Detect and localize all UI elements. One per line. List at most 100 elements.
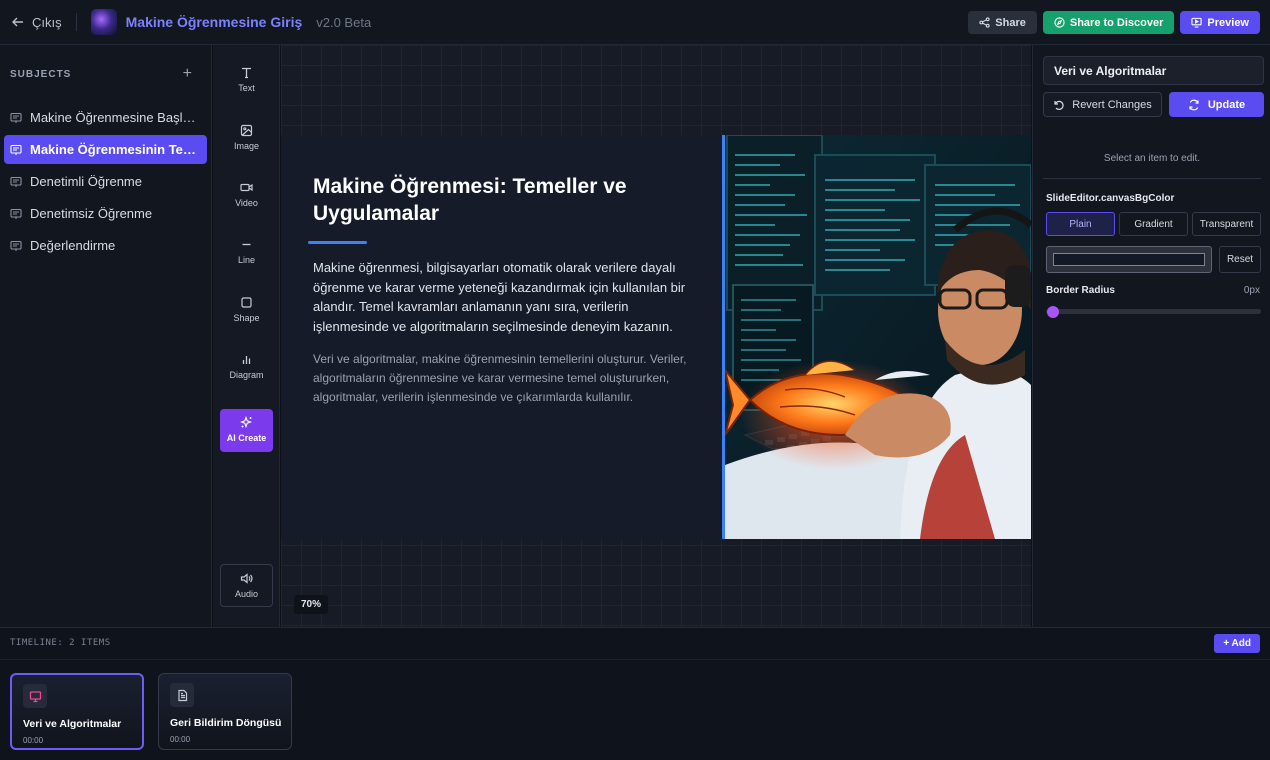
preview-button[interactable]: Preview [1180,11,1260,34]
bg-color-label: SlideEditor.canvasBgColor [1046,193,1175,204]
update-button[interactable]: Update [1169,92,1264,117]
slide-canvas[interactable]: Makine Öğrenmesi: Temeller ve Uygulamala… [281,45,1031,627]
ai-create-tool[interactable]: AI Create [220,409,273,452]
tools-column: Text Image Video Line Shape Diagram AI C… [213,45,280,627]
subjects-heading: SUBJECTS [10,68,72,80]
image-icon [240,124,253,137]
top-bar: Çıkış Makine Öğrenmesine Giriş v2.0 Beta… [0,0,1270,45]
timeline-card-time: 00:00 [23,736,44,745]
scientist-with-fish-illustration [725,135,1031,539]
subject-item[interactable]: Denetimsiz Öğrenme [4,199,207,228]
line-tool-label: Line [237,255,255,265]
share-label: Share [995,16,1026,29]
slide-icon [10,176,22,187]
revert-changes-button[interactable]: Revert Changes [1043,92,1162,117]
ai-create-label: AI Create [226,433,267,443]
revert-label: Revert Changes [1072,98,1152,111]
arrow-left-icon [12,17,23,27]
square-icon [241,297,252,308]
preview-icon [1191,17,1203,28]
slide-icon [10,240,22,251]
version-label: v2.0 Beta [316,14,372,30]
slide-icon [10,208,22,219]
diagram-tool[interactable]: Diagram [213,353,280,380]
line-icon [242,243,251,246]
border-radius-slider[interactable] [1046,309,1261,314]
add-subject-button[interactable]: + [183,65,193,83]
divider [1043,178,1261,179]
reset-color-button[interactable]: Reset [1219,246,1261,273]
slide-paragraph-secondary[interactable]: Veri ve algoritmalar, makine öğrenmesini… [313,350,702,407]
compass-icon [1054,17,1065,28]
timeline-card[interactable]: Geri Bildirim Döngüsü 00:00 [158,673,292,750]
subject-item-active[interactable]: Makine Öğrenmesinin Temel Kavramları [4,135,207,164]
bar-chart-icon [242,356,251,364]
presentation-icon [23,684,47,708]
exit-label: Çıkış [32,14,62,30]
preview-label: Preview [1207,16,1249,29]
text-tool[interactable]: Text [213,66,280,93]
bg-mode-plain[interactable]: Plain [1046,212,1115,236]
text-icon [242,67,251,79]
bg-mode-gradient[interactable]: Gradient [1119,212,1188,236]
shape-tool[interactable]: Shape [213,296,280,323]
bg-color-picker[interactable] [1046,246,1212,273]
slide-paragraph-primary[interactable]: Makine öğrenmesi, bilgisayarları otomati… [313,258,702,336]
exit-button[interactable]: Çıkış [0,15,62,30]
update-label: Update [1207,98,1246,111]
subjects-header: SUBJECTS + [0,45,211,83]
line-tool[interactable]: Line [213,238,280,265]
slide-icon [10,112,22,123]
audio-tool-label: Audio [234,589,259,599]
timeline-card[interactable]: Veri ve Algoritmalar 00:00 [10,673,144,750]
share-icon [979,17,990,28]
course-logo [90,9,117,35]
bg-mode-transparent[interactable]: Transparent [1192,212,1261,236]
share-to-discover-button[interactable]: Share to Discover [1042,11,1175,34]
video-tool-label: Video [235,198,258,208]
timeline-card-title: Veri ve Algoritmalar [23,718,122,730]
title-accent-line [308,241,367,244]
properties-panel: Revert Changes Update Select an item to … [1032,45,1270,627]
bg-color-swatch [1053,253,1205,266]
subjects-sidebar: SUBJECTS + Makine Öğrenmesine Başlangıç … [0,45,212,627]
document-icon [170,683,194,707]
slide[interactable]: Makine Öğrenmesi: Temeller ve Uygulamala… [281,135,1031,539]
shape-tool-label: Shape [233,313,260,323]
subject-label: Denetimli Öğrenme [30,174,142,189]
divider [75,13,77,31]
timeline-card-time: 00:00 [170,735,191,744]
slide-text-block[interactable]: Makine Öğrenmesi: Temeller ve Uygulamala… [281,135,722,539]
text-tool-label: Text [238,83,255,93]
subject-item[interactable]: Makine Öğrenmesine Başlangıç [4,103,207,132]
subject-label: Makine Öğrenmesinin Temel Kavramları [30,142,201,157]
slide-image[interactable] [722,135,1031,539]
image-tool[interactable]: Image [213,124,280,151]
subject-item[interactable]: Denetimli Öğrenme [4,167,207,196]
speaker-icon [240,573,253,584]
border-radius-value: 0px [1243,285,1260,296]
timeline: TIMELINE: 2 ITEMS + Add Veri ve Algoritm… [0,627,1270,760]
slide-title[interactable]: Makine Öğrenmesi: Temeller ve Uygulamala… [313,173,702,227]
subjects-list: Makine Öğrenmesine Başlangıç Makine Öğre… [0,103,211,260]
divider [0,659,1270,660]
share-button[interactable]: Share [968,11,1037,34]
border-radius-slider-thumb[interactable] [1047,306,1059,318]
add-timeline-item-button[interactable]: + Add [1214,634,1260,653]
item-name-input[interactable] [1043,56,1264,85]
subject-label: Makine Öğrenmesine Başlangıç [30,110,201,125]
subject-label: Denetimsiz Öğrenme [30,206,153,221]
course-title: Makine Öğrenmesine Giriş [125,14,303,30]
refresh-icon [1189,99,1199,110]
video-tool[interactable]: Video [213,181,280,208]
discover-label: Share to Discover [1069,16,1164,29]
edit-hint: Select an item to edit. [1103,153,1201,164]
border-radius-label: Border Radius [1046,285,1115,296]
subject-item[interactable]: Değerlendirme [4,231,207,260]
video-icon [240,183,253,192]
slide-icon [10,144,22,155]
image-tool-label: Image [233,141,259,151]
audio-tool[interactable]: Audio [220,564,273,607]
subject-label: Değerlendirme [30,238,116,253]
timeline-card-title: Geri Bildirim Döngüsü [170,717,282,729]
